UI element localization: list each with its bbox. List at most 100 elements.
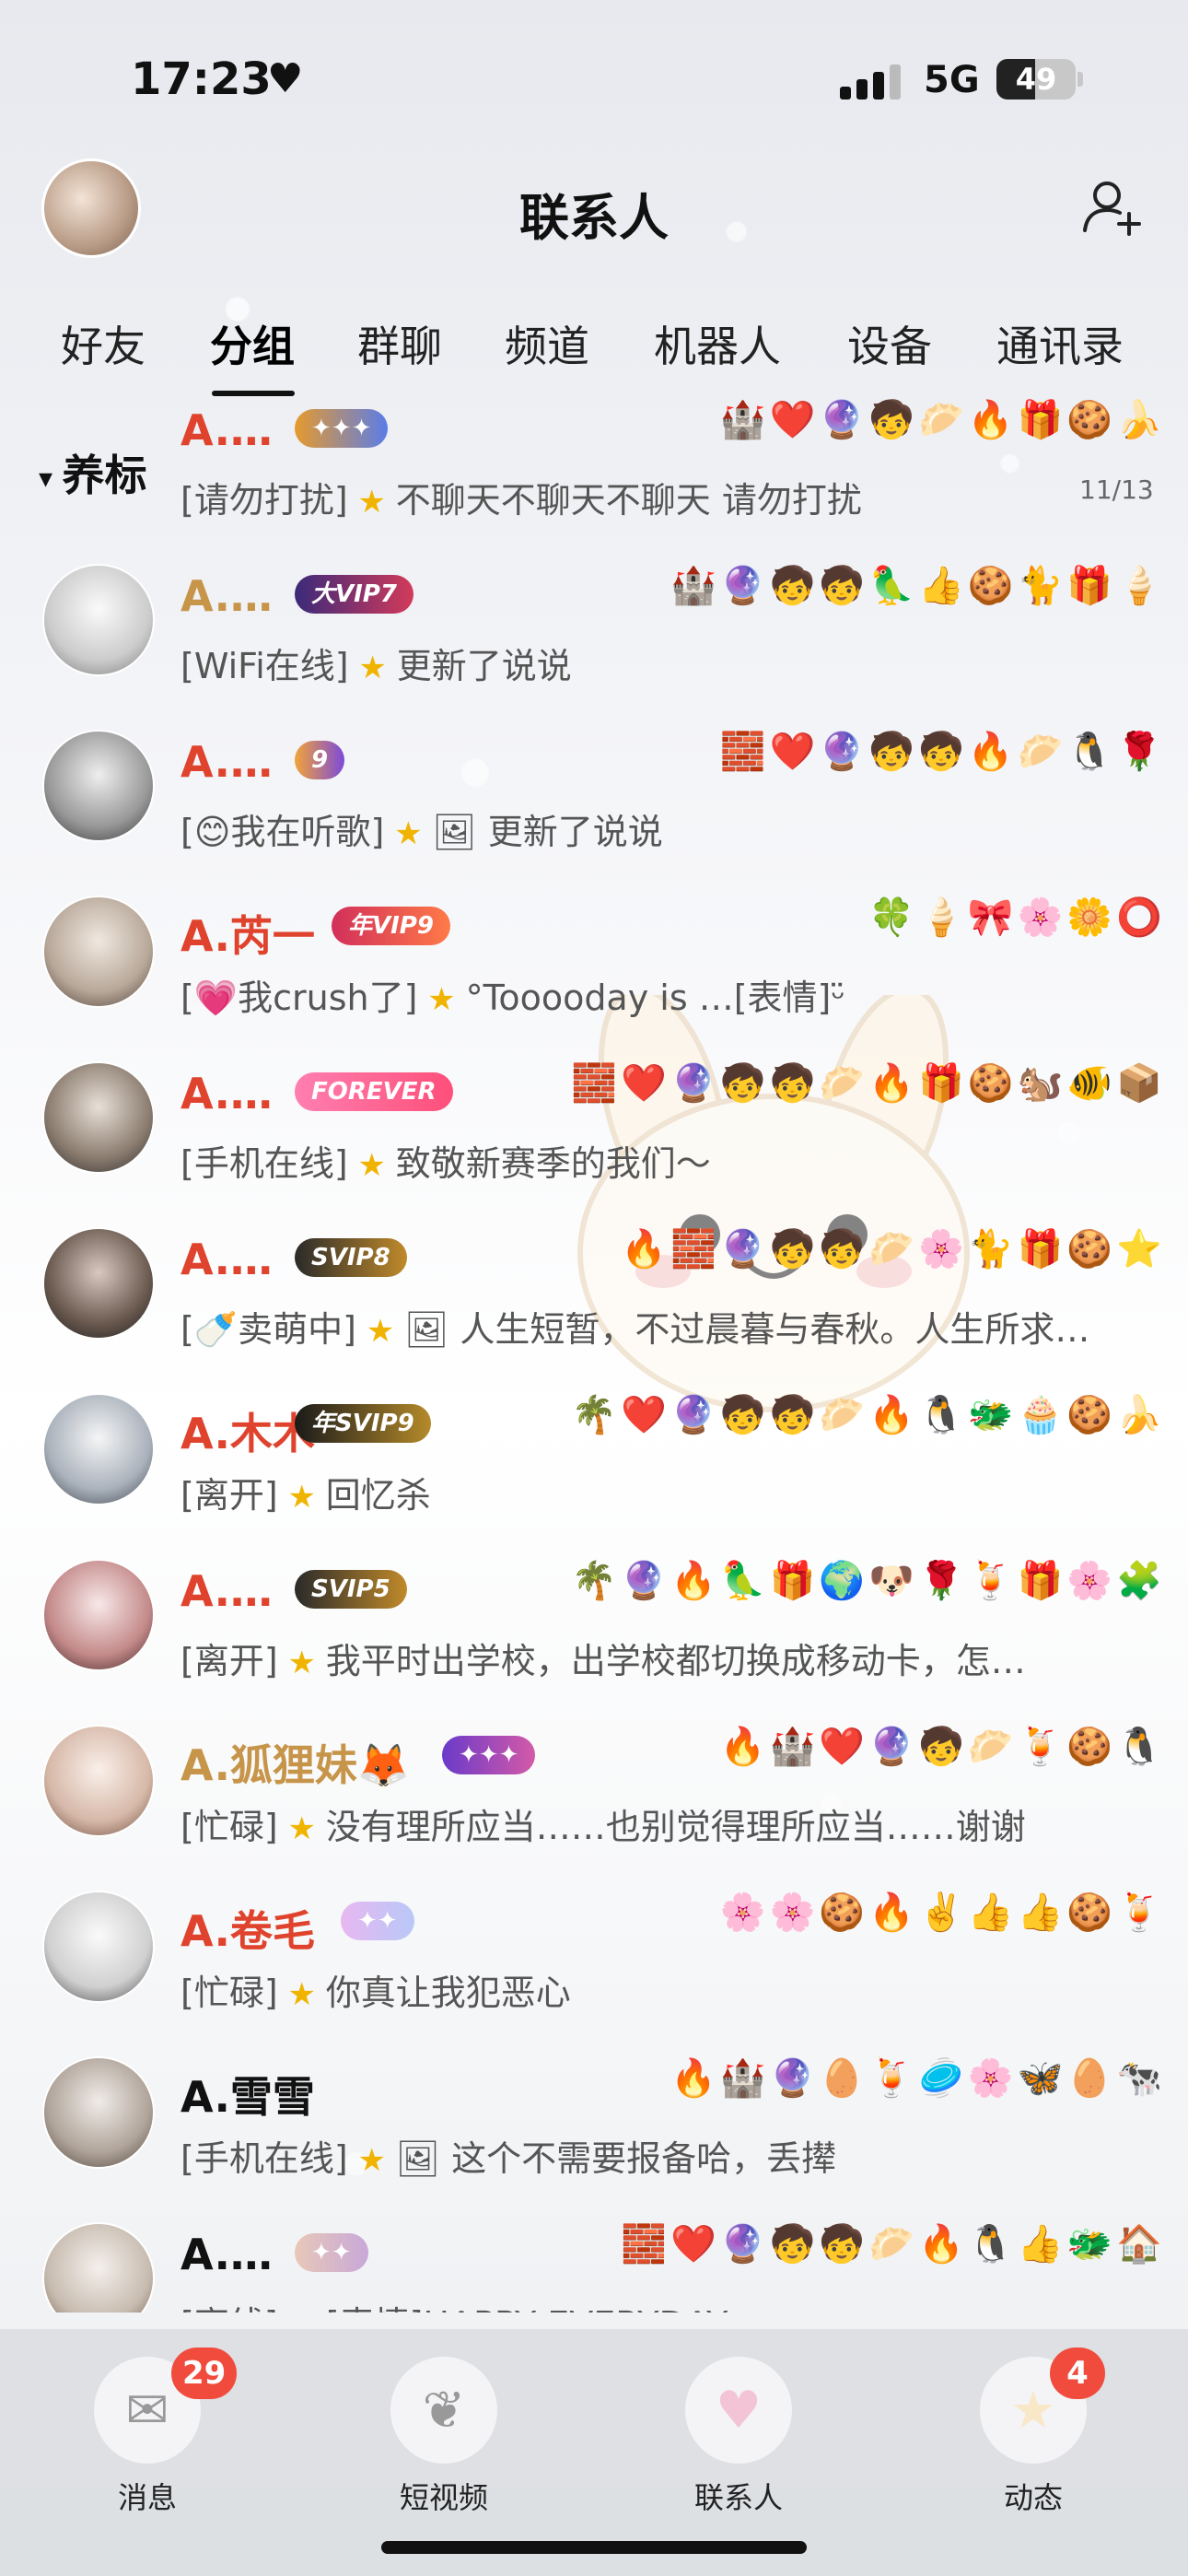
contact-row[interactable]: A.… ✦✦✦ 🏰❤️🔮🧒🥟🔥🎁🍪🍌 [请勿打扰] ★ 不聊天不聊天不聊天 请勿… bbox=[0, 396, 1188, 538]
tab-label: 动态 bbox=[1003, 2480, 1063, 2515]
emoji-badges: 🍀🍦🎀🌸🌼⭕ bbox=[868, 896, 1166, 939]
avatar bbox=[42, 564, 155, 676]
contact-row[interactable]: A.雪雪 🔥🏰🔮🥚🍹🥏🌸🦋🥚🐄 [手机在线] ★ 🖼 这个不需要报备哈，丢撵 bbox=[0, 2031, 1188, 2196]
signature: [表情]HAPPY EVERYDAY bbox=[326, 2304, 728, 2313]
contact-row[interactable]: A.木木 年SVIP9 🌴❤️🔮🧒🧒🥟🔥🐧🐲🧁🍪🍌 [离开] ★ 回忆杀 bbox=[0, 1367, 1188, 1533]
clock: 17:23 bbox=[131, 53, 272, 105]
badges: 9 bbox=[295, 741, 357, 787]
contact-row[interactable]: A.… 大VIP7 🏰🔮🧒🧒🦜👍🍪🐈🎁🍦 [WiFi在线] ★ 更新了说说 bbox=[0, 538, 1188, 704]
status-line: [手机在线] ★ 🖼 这个不需要报备哈，丢撵 bbox=[181, 2130, 1175, 2181]
tab-short-video[interactable]: ❦ 短视频 bbox=[370, 2357, 518, 2517]
star-icon: ★ bbox=[277, 1479, 326, 1516]
contact-name: A.芮一 bbox=[181, 911, 315, 961]
contact-tabs: 好友 分组 群聊 频道 机器人 设备 通讯录 bbox=[0, 313, 1188, 396]
contact-name: A.雪雪 bbox=[181, 2072, 315, 2122]
presence: [离开] bbox=[181, 1641, 278, 1681]
rank-badge: ✦✦✦ bbox=[295, 409, 389, 448]
contact-name: A.… bbox=[181, 2230, 273, 2279]
star-icon: ★ bbox=[384, 815, 433, 852]
presence: [忙碌] bbox=[181, 1973, 278, 2013]
contact-row[interactable]: A.卷毛 ✦✦ 🌸🌸🍪🔥✌️👍👍🍪🍹 [忙碌] ★ 你真让我犯恶心 bbox=[0, 1865, 1188, 2031]
page-title: 联系人 bbox=[519, 189, 669, 247]
badges: ✦✦ bbox=[341, 1902, 427, 1948]
vip-badge: 年VIP9 bbox=[332, 907, 450, 945]
star-icon: ★ bbox=[348, 650, 397, 686]
rank-badge: ✦✦ bbox=[341, 1902, 414, 1940]
emoji-badges: 🏰❤️🔮🧒🥟🔥🎁🍪🍌 bbox=[719, 399, 1166, 441]
star-icon: ★ bbox=[278, 2308, 326, 2313]
status-line: [离线] ★ [表情]HAPPY EVERYDAY bbox=[181, 2296, 1175, 2313]
signal-icon bbox=[840, 63, 904, 100]
network-type: 5G bbox=[924, 59, 980, 101]
badges: SVIP8 bbox=[295, 1238, 420, 1284]
presence: [WiFi在线] bbox=[181, 646, 349, 686]
status-line: [离开] ★ 回忆杀 bbox=[181, 1467, 1175, 1517]
tab-friends[interactable]: 好友 bbox=[61, 313, 146, 374]
avatar bbox=[42, 2222, 155, 2313]
rank-badge: ✦✦ bbox=[295, 2233, 368, 2272]
emoji-badges: 🌸🌸🍪🔥✌️👍👍🍪🍹 bbox=[719, 1891, 1166, 1934]
group-count: 11/13 bbox=[1079, 474, 1154, 505]
badges: ✦✦ bbox=[295, 2233, 381, 2279]
status-bar: 17:23 ♥ 5G 49 bbox=[0, 0, 1188, 157]
contact-name: A.… bbox=[181, 1069, 273, 1118]
status-line: [手机在线] ★ 致敬新赛季的我们～ bbox=[181, 1135, 1175, 1186]
tab-label: 联系人 bbox=[693, 2480, 783, 2515]
tab-devices[interactable]: 设备 bbox=[847, 313, 932, 374]
signature: 更新了说说 bbox=[396, 646, 572, 686]
emoji-badges: 🔥🧱🔮🧒🧒🥟🌸🐈🎁🍪⭐ bbox=[621, 1228, 1166, 1270]
signature: 致敬新赛季的我们～ bbox=[395, 1143, 711, 1184]
star-icon: ★ bbox=[347, 484, 396, 521]
contact-name: A.… bbox=[181, 571, 273, 621]
contact-name: A.… bbox=[181, 1566, 273, 1616]
tab-address-book[interactable]: 通讯录 bbox=[996, 313, 1124, 374]
contact-row[interactable]: A.… ✦✦ 🧱❤️🔮🧒🧒🥟🔥🐧👍🐲🏠 [离线] ★ [表情]HAPPY EVE… bbox=[0, 2196, 1188, 2313]
emoji-badges: 🧱❤️🔮🧒🧒🥟🔥🐧👍🐲🏠 bbox=[621, 2223, 1166, 2266]
tab-label: 短视频 bbox=[399, 2480, 488, 2515]
add-friend-icon[interactable] bbox=[1079, 175, 1144, 240]
emoji-badges: 🔥🏰❤️🔮🧒🥟🍹🍪🐧 bbox=[719, 1726, 1166, 1768]
contact-row[interactable]: A.… 9 🧱❤️🔮🧒🧒🔥🥟🐧🌹 [😊我在听歌] ★ 🖼 更新了说说 bbox=[0, 704, 1188, 870]
contact-row[interactable]: A.… FOREVER 🧱❤️🔮🧒🧒🥟🔥🎁🍪🐿️🐠📦 [手机在线] ★ 致敬新赛… bbox=[0, 1036, 1188, 1201]
contact-row[interactable]: A.狐狸妹🦊 ✦✦✦ 🔥🏰❤️🔮🧒🥟🍹🍪🐧 [忙碌] ★ 没有理所应当……也别觉… bbox=[0, 1699, 1188, 1865]
tab-channels[interactable]: 频道 bbox=[505, 313, 589, 374]
signature: 我平时出学校，出学校都切换成移动卡，怎… bbox=[325, 1641, 1026, 1681]
presence: [手机在线] bbox=[181, 2138, 348, 2179]
contact-name: A.… bbox=[181, 737, 273, 787]
vip-badge: SVIP8 bbox=[295, 1238, 407, 1277]
emoji-badges: 🏰🔮🧒🧒🦜👍🍪🐈🎁🍦 bbox=[670, 565, 1166, 607]
contact-name: A.卷毛 bbox=[181, 1906, 315, 1956]
emoji-badges: 🌴🔮🔥🦜🎁🌍🐶🌹🍹🎁🌸🧩 bbox=[571, 1560, 1166, 1602]
contact-row[interactable]: A.芮一 年VIP9 🍀🍦🎀🌸🌼⭕ [💗我crush了] ★ °Tooooday… bbox=[0, 870, 1188, 1036]
status-line: [💗我crush了] ★ °Tooooday is …[表情]ᵕ̈ bbox=[181, 969, 1175, 1020]
home-indicator bbox=[381, 2541, 807, 2554]
rank-badge: ✦✦✦ bbox=[442, 1736, 536, 1774]
vip-badge: 大VIP7 bbox=[295, 575, 413, 614]
signature: 🖼 人生短暂，不过晨暮与春秋。人生所求… bbox=[404, 1309, 1090, 1350]
presence: [离开] bbox=[181, 1475, 278, 1516]
presence: [🍼卖萌中] bbox=[181, 1309, 356, 1350]
presence: [💗我crush了] bbox=[181, 978, 418, 1018]
vip-badge: FOREVER bbox=[295, 1072, 453, 1111]
battery-level: 49 bbox=[1015, 62, 1057, 97]
presence: [😊我在听歌] bbox=[181, 812, 385, 852]
group-header[interactable]: ▾ 养标 bbox=[39, 442, 147, 503]
vip-badge: SVIP5 bbox=[295, 1570, 407, 1609]
presence: [离线] bbox=[181, 2304, 278, 2313]
tab-robots[interactable]: 机器人 bbox=[654, 313, 781, 374]
badges: FOREVER bbox=[295, 1072, 466, 1118]
tab-label: 消息 bbox=[117, 2480, 177, 2515]
tab-contacts[interactable]: ♥ 联系人 bbox=[665, 2357, 812, 2517]
contact-name: A.… bbox=[181, 1235, 273, 1284]
star-icon: ★ bbox=[347, 2142, 396, 2179]
signature: 回忆杀 bbox=[325, 1475, 431, 1516]
badges: ✦✦✦ bbox=[295, 409, 401, 455]
avatar bbox=[42, 1393, 155, 1505]
tab-groups[interactable]: 分组 bbox=[210, 313, 295, 374]
contact-row[interactable]: A.… SVIP8 🔥🧱🔮🧒🧒🥟🌸🐈🎁🍪⭐ [🍼卖萌中] ★ 🖼 人生短暂，不过… bbox=[0, 1201, 1188, 1367]
vip-badge: 年SVIP9 bbox=[295, 1404, 431, 1443]
contact-row[interactable]: A.… SVIP5 🌴🔮🔥🦜🎁🌍🐶🌹🍹🎁🌸🧩 [离开] ★ 我平时出学校，出学校… bbox=[0, 1533, 1188, 1699]
status-line: [😊我在听歌] ★ 🖼 更新了说说 bbox=[181, 803, 1175, 854]
heart-icon: ♥ bbox=[267, 55, 304, 102]
tab-group-chats[interactable]: 群聊 bbox=[357, 313, 442, 374]
